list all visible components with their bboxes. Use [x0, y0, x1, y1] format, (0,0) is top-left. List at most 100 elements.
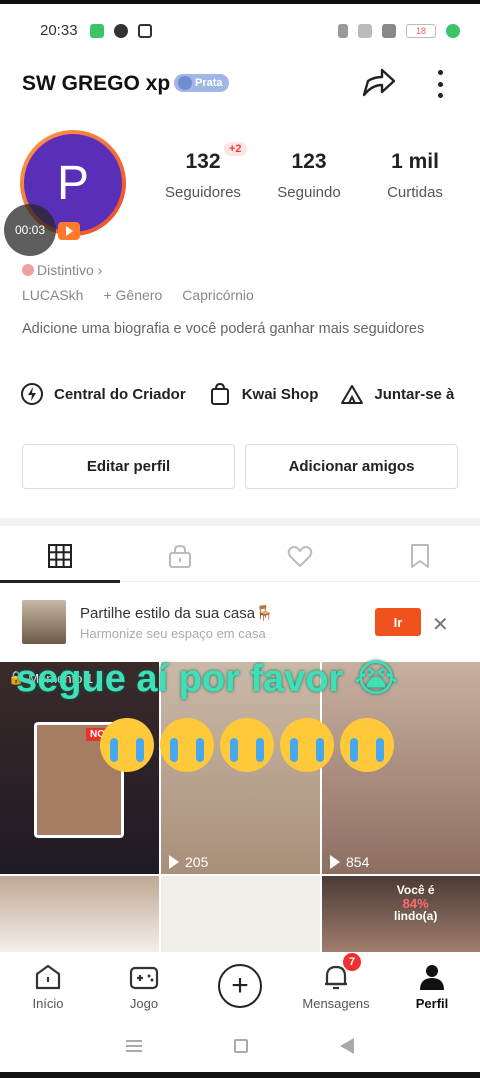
crying-emoji-icon: [100, 718, 154, 772]
messages-badge: 7: [343, 953, 361, 971]
status-bar: 20:33 18: [0, 0, 480, 62]
distintivo-label: Distintivo ›: [37, 262, 103, 278]
add-gender-button[interactable]: + Gênero: [103, 287, 162, 303]
video-timer[interactable]: 00:03: [4, 204, 56, 256]
stat-following[interactable]: 123 Seguindo: [256, 150, 362, 201]
percent-top: Você é: [396, 883, 435, 897]
stat-label: Seguindo: [277, 184, 341, 201]
username: SW GREGO xp: [22, 72, 171, 95]
bio-prompt[interactable]: Adicione uma biografia e você poderá gan…: [22, 320, 442, 339]
tab-posts[interactable]: [0, 530, 120, 583]
calendar-icon: [138, 24, 152, 38]
wifi-icon: [358, 24, 372, 38]
status-time: 20:33: [40, 22, 78, 39]
nav-home[interactable]: Início: [0, 952, 96, 1020]
recent-apps-icon[interactable]: [126, 1040, 142, 1052]
sticker-text: segue aí por favor 😭: [16, 658, 399, 700]
profile-meta: LUCASkh + Gênero Capricórnio: [22, 287, 254, 303]
vibrate-icon: [338, 24, 348, 38]
crying-emoji-icon: [160, 718, 214, 772]
profile-actions: Editar perfil Adicionar amigos: [22, 444, 458, 489]
nav-label: Perfil: [415, 995, 449, 1011]
battery-icon: 18: [406, 24, 436, 38]
quick-links: Central do Criador Kwai Shop Juntar-se à: [20, 380, 480, 408]
user-handle: LUCASkh: [22, 287, 84, 303]
app-notification-icon: [90, 24, 104, 38]
video-grid: 🔒 Momento 1 NO 205 854 Você é 84% lindo(…: [0, 662, 480, 952]
crying-emoji-icon: [340, 718, 394, 772]
share-button[interactable]: [360, 65, 398, 101]
promo-title: Partilhe estilo da sua casa🪑: [80, 605, 274, 622]
cloud-icon: [114, 24, 128, 38]
home-square-icon[interactable]: [234, 1039, 248, 1053]
create-button[interactable]: +: [192, 952, 288, 1020]
nav-label: Início: [32, 995, 64, 1011]
share-icon: [362, 68, 396, 97]
promo-go-button[interactable]: Ir: [375, 608, 421, 636]
edit-profile-button[interactable]: Editar perfil: [22, 444, 235, 489]
distintivo-link[interactable]: Distintivo ›: [22, 262, 102, 278]
home-icon: [35, 964, 61, 989]
grid-icon: [48, 544, 72, 568]
crying-emoji-row: [100, 718, 394, 772]
percent-bottom: lindo(a): [394, 909, 438, 923]
lock-icon: [169, 544, 191, 568]
bookmark-icon: [411, 544, 429, 568]
bottom-navigation: Início Jogo + 7 Mensagens Perfil: [0, 952, 480, 1020]
nav-profile[interactable]: Perfil: [384, 952, 480, 1020]
percent-overlay: Você é 84% lindo(a): [394, 884, 437, 923]
nav-game[interactable]: Jogo: [96, 952, 192, 1020]
tab-private[interactable]: [120, 530, 240, 582]
new-followers-badge: +2: [224, 142, 247, 156]
video-thumbnail[interactable]: [161, 876, 320, 952]
video-thumbnail[interactable]: Você é 84% lindo(a): [322, 876, 480, 952]
status-right-icons: 18: [338, 24, 460, 38]
more-options-button[interactable]: [428, 66, 452, 102]
add-friends-button[interactable]: Adicionar amigos: [245, 444, 458, 489]
join-link[interactable]: Juntar-se à: [340, 382, 454, 406]
profile-header: SW GREGO xp Prata: [0, 62, 480, 104]
dot-icon: [437, 70, 443, 75]
heart-icon: [287, 546, 313, 567]
system-navigation: [0, 1020, 480, 1072]
quick-label: Kwai Shop: [241, 385, 319, 403]
person-icon: [420, 964, 444, 990]
crying-emoji-icon: [220, 718, 274, 772]
level-badge[interactable]: Prata: [174, 74, 229, 92]
stat-followers[interactable]: +2 132 Seguidores: [150, 142, 256, 201]
dot-icon: [437, 81, 443, 87]
kwai-shop-link[interactable]: Kwai Shop: [208, 382, 319, 406]
video-thumbnail[interactable]: [0, 876, 159, 952]
distintivo-icon: [22, 264, 34, 276]
dot-icon: [437, 93, 443, 98]
crying-emoji-icon: [280, 718, 334, 772]
stat-label: Curtidas: [387, 184, 443, 201]
badge-icon: [178, 76, 192, 90]
nav-label: Jogo: [129, 995, 159, 1011]
status-bar-edge: [0, 0, 480, 4]
section-divider: [0, 518, 480, 526]
nav-messages[interactable]: 7 Mensagens: [288, 952, 384, 1020]
gamepad-icon: [129, 966, 159, 989]
back-icon[interactable]: [340, 1038, 354, 1054]
profile-stats: +2 132 Seguidores 123 Seguindo 1 mil Cur…: [150, 142, 480, 201]
tab-saved[interactable]: [360, 530, 480, 582]
promo-subtitle: Harmonize seu espaço em casa: [80, 626, 266, 641]
lightning-icon: [21, 383, 43, 405]
zodiac-sign: Capricórnio: [182, 287, 254, 303]
stat-value: 1 mil: [391, 150, 439, 173]
promo-thumbnail: [22, 600, 66, 644]
stat-label: Seguidores: [165, 184, 241, 201]
charging-icon: [446, 24, 460, 38]
view-count: 854: [330, 854, 369, 870]
content-tabs: [0, 530, 480, 583]
tab-liked[interactable]: [240, 530, 360, 582]
promo-banner[interactable]: Partilhe estilo da sua casa🪑 Harmonize s…: [0, 590, 480, 654]
plus-icon: +: [218, 964, 262, 1008]
shopping-bag-icon: [210, 382, 229, 405]
close-icon[interactable]: ✕: [432, 612, 449, 637]
creator-center-link[interactable]: Central do Criador: [20, 382, 186, 406]
stat-likes[interactable]: 1 mil Curtidas: [362, 150, 468, 201]
nav-label: Mensagens: [302, 995, 370, 1011]
video-play-icon[interactable]: [58, 222, 80, 240]
